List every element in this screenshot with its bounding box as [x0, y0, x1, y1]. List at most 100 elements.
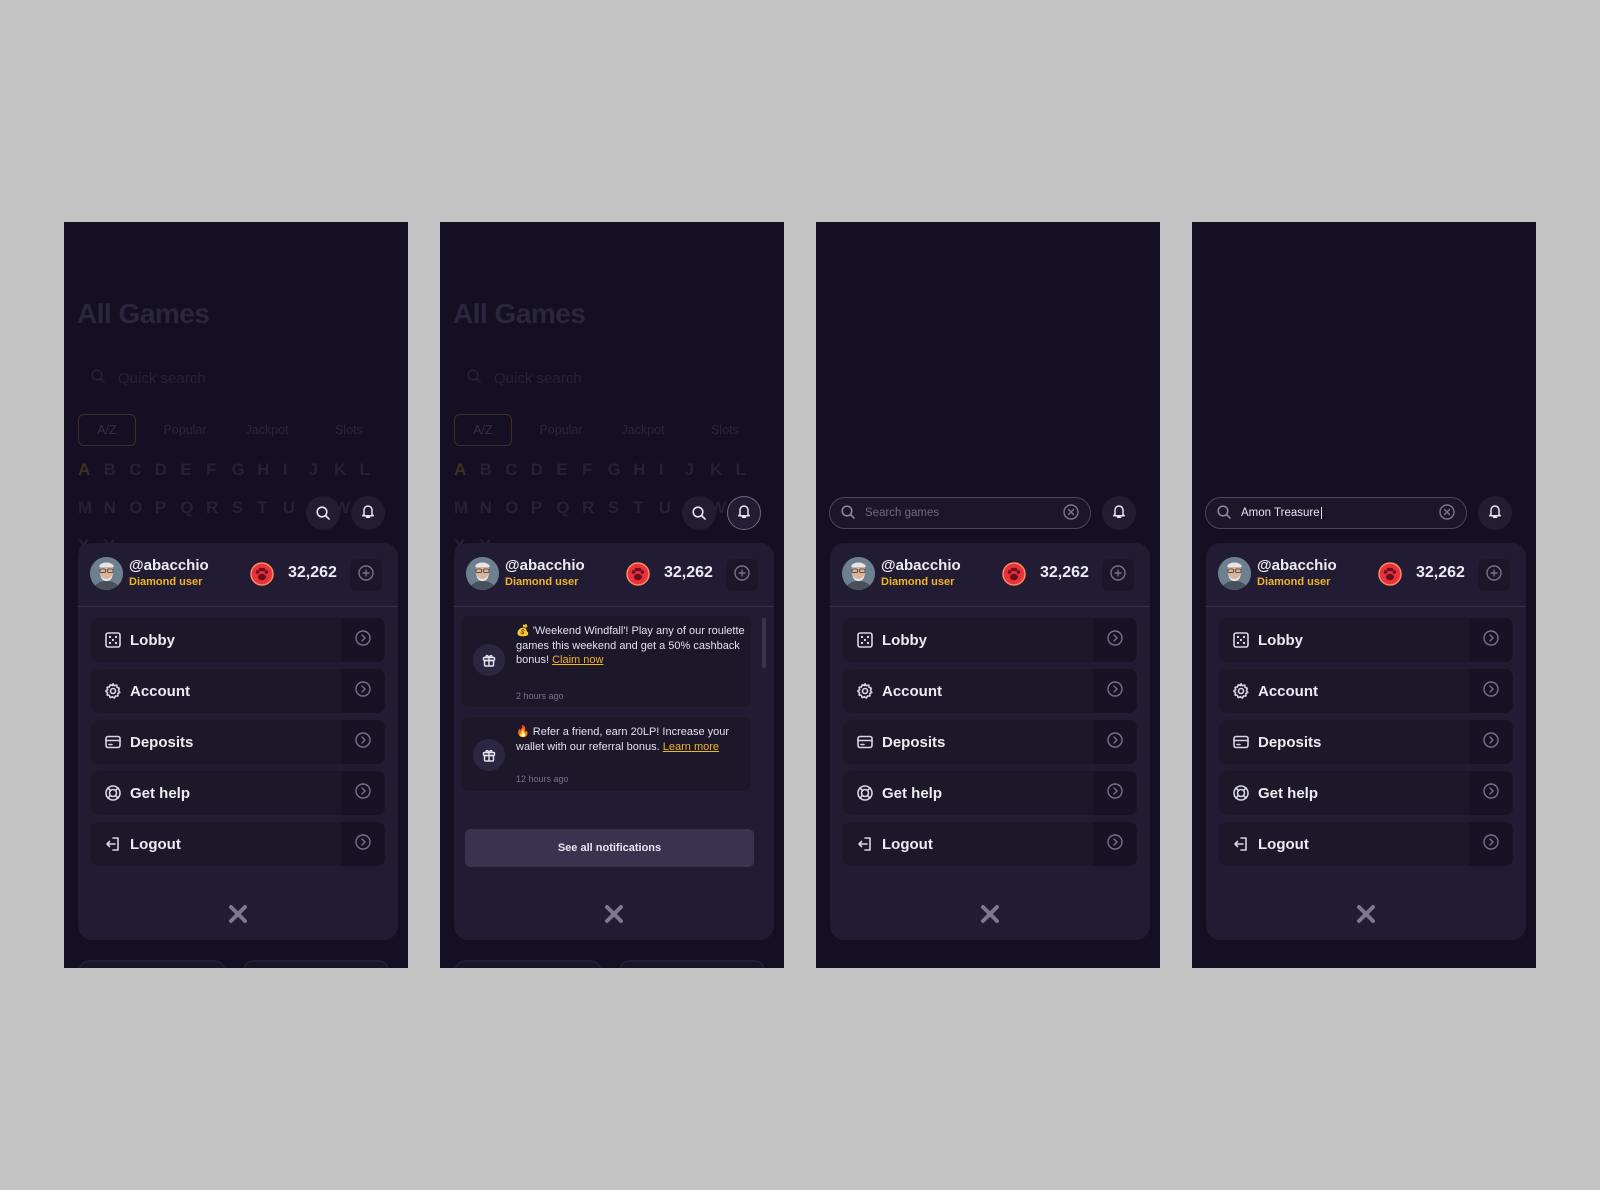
- logout-icon: [856, 835, 874, 853]
- letter-B: B: [479, 460, 492, 479]
- chevron-right-button[interactable]: [1093, 771, 1137, 815]
- letter-D: D: [154, 460, 168, 479]
- background-game-thumbnails: [78, 960, 390, 968]
- close-icon[interactable]: [977, 901, 1003, 927]
- chevron-right-circle-icon: [354, 731, 372, 754]
- user-rank: Diamond user: [505, 576, 579, 588]
- letter-F: F: [581, 460, 593, 479]
- chevron-right-button[interactable]: [341, 822, 385, 866]
- notification-item[interactable]: 💰 'Weekend Windfall'! Play any of our ro…: [461, 616, 751, 707]
- screen-notifications-open: All Games Quick search A/Z Popular Jackpot Sl…: [440, 222, 784, 968]
- clear-search-icon[interactable]: [1062, 503, 1080, 524]
- tab-az: A/Z: [454, 414, 512, 446]
- menu-item-logout[interactable]: Logout: [91, 822, 385, 866]
- tab-popular: Popular: [539, 423, 583, 437]
- letter-index-row: ABCDEFGHI JKL: [78, 460, 385, 480]
- background-tabs: A/Z Popular Jackpot Slots: [454, 414, 766, 446]
- letter-Q: Q: [556, 498, 570, 517]
- chevron-right-circle-icon: [1482, 629, 1500, 652]
- notifications-scrollbar[interactable]: [762, 618, 766, 668]
- menu-item-lobby[interactable]: Lobby: [843, 618, 1137, 662]
- user-menu-panel: @abacchio Diamond user 32,262 Lobby Account D…: [78, 543, 398, 940]
- tab-jackpot: Jackpot: [245, 423, 289, 437]
- chevron-right-button[interactable]: [1469, 720, 1513, 764]
- screen-search-typed: Amon Treasure @abacchio Diamond user 32,262…: [1192, 222, 1536, 968]
- chevron-right-button[interactable]: [1469, 771, 1513, 815]
- dice-icon: [1232, 631, 1250, 649]
- letter-E: E: [180, 460, 192, 479]
- add-funds-button[interactable]: [726, 559, 758, 591]
- background-page-title: All Games: [453, 298, 586, 329]
- menu-item-label: Logout: [1258, 835, 1309, 853]
- close-icon[interactable]: [1353, 901, 1379, 927]
- menu-item-account[interactable]: Account: [843, 669, 1137, 713]
- letter-S: S: [231, 498, 243, 517]
- menu-item-logout[interactable]: Logout: [843, 822, 1137, 866]
- chevron-right-button[interactable]: [1469, 669, 1513, 713]
- letter-T: T: [633, 498, 644, 517]
- notifications-button[interactable]: [1102, 496, 1136, 530]
- letter-M: M: [78, 498, 93, 517]
- search-button[interactable]: [306, 496, 340, 530]
- search-games-input[interactable]: Amon Treasure: [1205, 497, 1467, 529]
- chevron-right-button[interactable]: [1093, 822, 1137, 866]
- search-placeholder: Search games: [865, 507, 940, 519]
- chevron-right-button[interactable]: [1093, 720, 1137, 764]
- menu-item-logout[interactable]: Logout: [1219, 822, 1513, 866]
- credit-card-icon: [1232, 733, 1250, 751]
- menu-item-deposits[interactable]: Deposits: [843, 720, 1137, 764]
- notification-link[interactable]: Claim now: [552, 654, 603, 666]
- add-funds-button[interactable]: [1478, 559, 1510, 591]
- letter-T: T: [257, 498, 268, 517]
- chevron-right-button[interactable]: [341, 669, 385, 713]
- menu-item-get-help[interactable]: Get help: [843, 771, 1137, 815]
- search-icon: [90, 368, 106, 388]
- search-games-input[interactable]: Search games: [829, 497, 1091, 529]
- notifications-button[interactable]: [727, 496, 761, 530]
- add-funds-button[interactable]: [1102, 559, 1134, 591]
- notification-item[interactable]: 🔥 Refer a friend, earn 20LP! Increase yo…: [461, 717, 751, 791]
- search-button[interactable]: [682, 496, 716, 530]
- username: @abacchio: [129, 557, 209, 574]
- game-thumbnail: [242, 960, 390, 968]
- menu-item-label: Get help: [130, 784, 191, 802]
- chevron-right-button[interactable]: [1469, 618, 1513, 662]
- chevron-right-circle-icon: [354, 782, 372, 805]
- notifications-button[interactable]: [1478, 496, 1512, 530]
- letter-P: P: [530, 498, 543, 517]
- plus-circle-icon: [733, 564, 751, 587]
- close-icon[interactable]: [601, 901, 627, 927]
- background-game-thumbnails: [454, 960, 766, 968]
- chevron-right-button[interactable]: [341, 720, 385, 764]
- menu-item-get-help[interactable]: Get help: [91, 771, 385, 815]
- tab-slots: Slots: [335, 423, 363, 437]
- chevron-right-button[interactable]: [341, 618, 385, 662]
- chevron-right-button[interactable]: [1469, 822, 1513, 866]
- avatar: [90, 557, 123, 590]
- user-profile-row: @abacchio Diamond user 32,262: [830, 543, 1150, 607]
- menu-item-lobby[interactable]: Lobby: [91, 618, 385, 662]
- chevron-right-button[interactable]: [1093, 669, 1137, 713]
- username: @abacchio: [505, 557, 585, 574]
- notifications-button[interactable]: [351, 496, 385, 530]
- clear-search-icon[interactable]: [1438, 503, 1456, 524]
- notification-time: 2 hours ago: [516, 691, 564, 701]
- menu-item-account[interactable]: Account: [91, 669, 385, 713]
- menu-item-account[interactable]: Account: [1219, 669, 1513, 713]
- menu-item-deposits[interactable]: Deposits: [91, 720, 385, 764]
- notification-link[interactable]: Learn more: [663, 741, 719, 753]
- menu-item-get-help[interactable]: Get help: [1219, 771, 1513, 815]
- chevron-right-button[interactable]: [1093, 618, 1137, 662]
- close-icon[interactable]: [225, 901, 251, 927]
- letter-K: K: [709, 460, 723, 479]
- paw-coin-icon: [620, 556, 656, 592]
- add-funds-button[interactable]: [350, 559, 382, 591]
- see-all-notifications-button[interactable]: See all notifications: [465, 829, 754, 867]
- menu-item-lobby[interactable]: Lobby: [1219, 618, 1513, 662]
- user-profile-row: @abacchio Diamond user 32,262: [78, 543, 398, 607]
- menu-item-deposits[interactable]: Deposits: [1219, 720, 1513, 764]
- letter-R: R: [581, 498, 595, 517]
- dice-icon: [856, 631, 874, 649]
- plus-circle-icon: [1485, 564, 1503, 587]
- chevron-right-button[interactable]: [341, 771, 385, 815]
